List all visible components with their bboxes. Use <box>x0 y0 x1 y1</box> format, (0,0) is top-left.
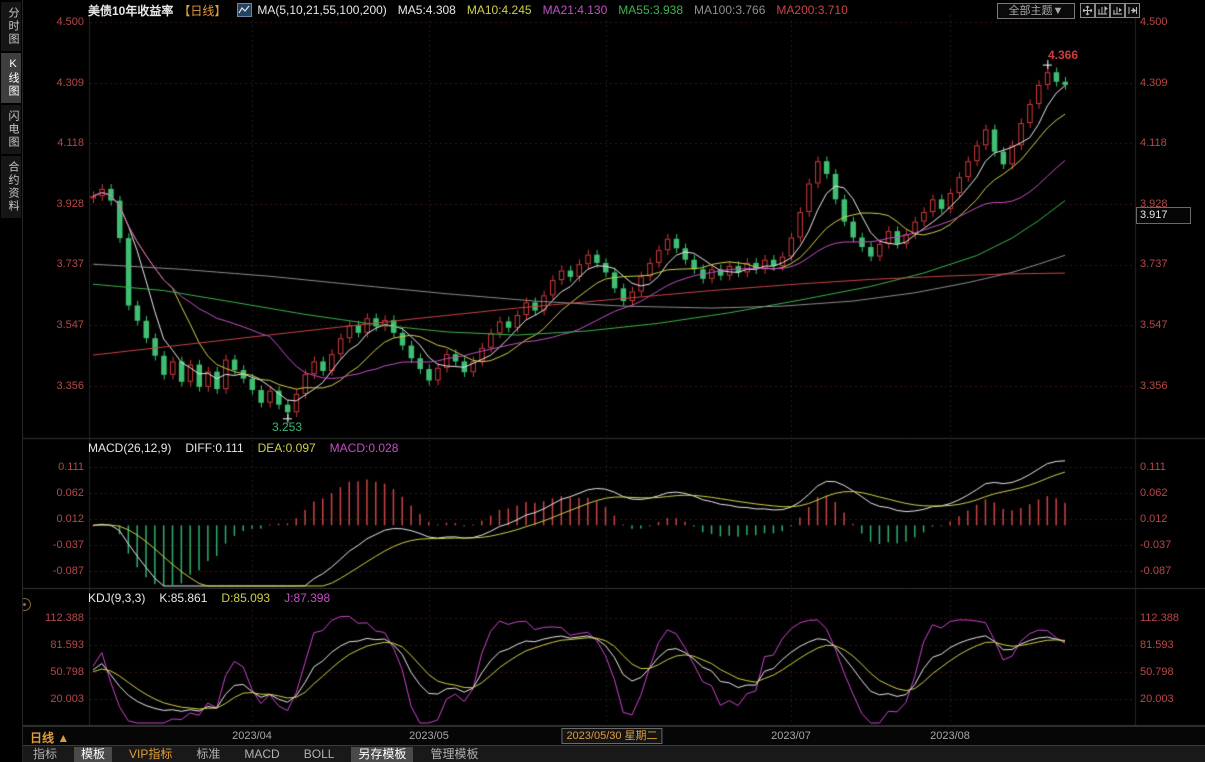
date-label: 2023/07 <box>771 730 811 742</box>
ma21-value: MA21:4.130 <box>543 3 608 17</box>
ma100-value: MA100:3.766 <box>694 3 765 17</box>
period-tag: 【日线】 <box>178 2 226 19</box>
macd-axis-label: -0.087 <box>30 565 84 577</box>
high-price-annotation: 4.366 <box>1048 48 1078 62</box>
pan-icon[interactable] <box>1080 3 1095 18</box>
macd-axis-label: 0.111 <box>1140 461 1166 473</box>
kdj-axis-label: 20.003 <box>1140 693 1174 705</box>
tab-manage-templates[interactable]: 管理模板 <box>423 747 485 762</box>
tab-vip-indicators[interactable]: VIP指标 <box>122 747 179 762</box>
macd-axis-label: -0.037 <box>30 539 84 551</box>
left-sidebar: 分时图 K线图 闪电图 合约资料 <box>0 0 23 762</box>
price-axis-label: 3.737 <box>1140 258 1168 270</box>
sidebar-item-contract-info[interactable]: 合约资料 <box>1 156 21 218</box>
kdj-k-value: K:85.861 <box>159 591 207 605</box>
period-selector[interactable]: 日线 ▲ <box>30 729 69 746</box>
tab-save-template[interactable]: 另存模板 <box>351 747 413 762</box>
kdj-axis-label: 20.003 <box>30 693 84 705</box>
macd-value: MACD:0.028 <box>330 441 399 455</box>
ma-group-label: MA(5,10,21,55,100,200) <box>257 3 386 17</box>
all-themes-dropdown[interactable]: 全部主题▼ <box>997 3 1075 19</box>
tab-templates[interactable]: 模板 <box>74 747 112 762</box>
expand-bars-icon[interactable] <box>1110 3 1125 18</box>
time-axis: 日线 ▲ 2023/04 2023/05 2023/05/30 星期二 2023… <box>0 726 1205 746</box>
macd-axis-label: -0.037 <box>1140 539 1171 551</box>
macd-axis-label: 0.012 <box>30 513 84 525</box>
ma55-value: MA55:3.938 <box>618 3 683 17</box>
chart-header: 美债10年收益率 【日线】 MA(5,10,21,55,100,200) MA5… <box>88 2 848 18</box>
macd-axis-label: -0.087 <box>1140 565 1171 577</box>
price-axis-label: 4.309 <box>1140 77 1168 89</box>
macd-diff-value: DIFF:0.111 <box>185 441 243 455</box>
price-axis-label: 3.547 <box>1140 319 1168 331</box>
ma-indicator-icon[interactable] <box>237 3 252 17</box>
price-axis-label: 4.118 <box>30 137 84 149</box>
instrument-title: 美债10年收益率 <box>88 2 173 19</box>
chart-canvas[interactable] <box>0 0 1205 745</box>
sidebar-item-kline-chart[interactable]: K线图 <box>1 53 21 103</box>
kdj-axis-label: 112.388 <box>30 612 84 624</box>
macd-params-label: MACD(26,12,9) <box>88 441 171 455</box>
macd-axis-label: 0.062 <box>1140 487 1168 499</box>
sidebar-item-lightning-chart[interactable]: 闪电图 <box>1 105 21 154</box>
date-label: 2023/08 <box>930 730 970 742</box>
price-axis-label: 4.118 <box>1140 137 1167 149</box>
ma5-value: MA5:4.308 <box>398 3 456 17</box>
compress-bars-icon[interactable] <box>1095 3 1110 18</box>
price-axis-label: 3.737 <box>30 258 84 270</box>
price-axis-label: 3.547 <box>30 319 84 331</box>
last-price-marker: 3.917 <box>1136 207 1191 224</box>
kdj-axis-label: 50.798 <box>30 666 84 678</box>
trading-app-window: { "header": { "title": "美债10年收益率", "peri… <box>0 0 1205 762</box>
price-axis-label: 4.500 <box>1140 16 1168 28</box>
bottom-tab-bar: 指标 模板 VIP指标 标准 MACD BOLL 另存模板 管理模板 <box>0 745 1205 762</box>
macd-pane-header: MACD(26,12,9) DIFF:0.111 DEA:0.097 MACD:… <box>88 441 398 455</box>
date-label: 2023/05 <box>409 730 449 742</box>
kdj-d-value: D:85.093 <box>221 591 270 605</box>
tab-boll[interactable]: BOLL <box>297 747 342 762</box>
ma10-value: MA10:4.245 <box>467 3 532 17</box>
kdj-pane-header: KDJ(9,3,3) K:85.861 D:85.093 J:87.398 <box>88 591 330 605</box>
macd-axis-label: 0.062 <box>30 487 84 499</box>
date-label-highlighted: 2023/05/30 星期二 <box>561 728 662 744</box>
tab-indicators[interactable]: 指标 <box>26 747 64 762</box>
sidebar-item-timeshare-chart[interactable]: 分时图 <box>1 2 21 51</box>
price-axis-label: 3.356 <box>30 380 84 392</box>
kdj-j-value: J:87.398 <box>284 591 330 605</box>
price-axis-label: 4.500 <box>30 16 84 28</box>
jump-to-latest-icon[interactable] <box>1125 3 1140 18</box>
ma200-value: MA200:3.710 <box>776 3 847 17</box>
kdj-axis-label: 50.798 <box>1140 666 1174 678</box>
kdj-axis-label: 81.593 <box>30 639 84 651</box>
tab-macd[interactable]: MACD <box>237 747 286 762</box>
low-price-annotation: 3.253 <box>272 420 302 434</box>
macd-dea-value: DEA:0.097 <box>258 441 316 455</box>
price-axis-label: 3.928 <box>30 198 84 210</box>
macd-axis-label: 0.012 <box>1140 513 1168 525</box>
date-label: 2023/04 <box>232 730 272 742</box>
price-axis-label: 4.309 <box>30 77 84 89</box>
macd-axis-label: 0.111 <box>30 461 84 473</box>
price-axis-label: 3.356 <box>1140 380 1168 392</box>
kdj-axis-label: 81.593 <box>1140 639 1174 651</box>
kdj-axis-label: 112.388 <box>1140 612 1179 624</box>
kdj-params-label: KDJ(9,3,3) <box>88 591 145 605</box>
tab-standard[interactable]: 标准 <box>189 747 227 762</box>
